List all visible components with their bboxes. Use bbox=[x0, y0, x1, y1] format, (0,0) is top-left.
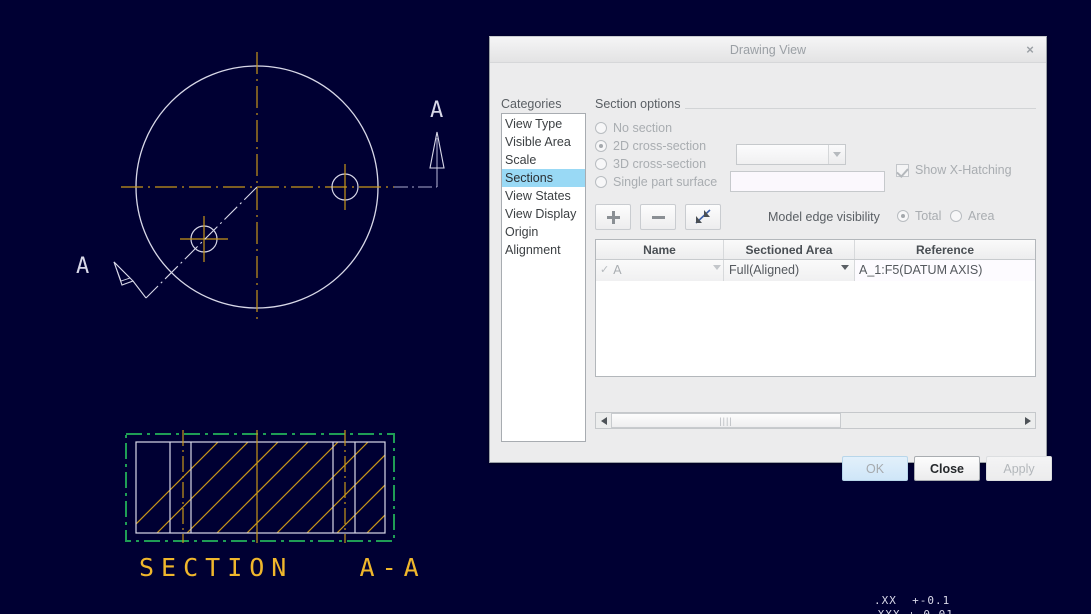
cell-name[interactable]: ✓ A bbox=[596, 260, 724, 281]
table-row[interactable]: ✓ A Full(Aligned) A_1:F5(DATUM AXIS) bbox=[596, 260, 1035, 281]
single-part-surface-input[interactable] bbox=[730, 171, 885, 192]
cell-sectioned-area-value: Full(Aligned) bbox=[729, 263, 800, 277]
minus-icon bbox=[651, 215, 665, 219]
chevron-down-icon[interactable] bbox=[841, 265, 849, 270]
tolerance-note-line2: .XXX +-0.01 bbox=[870, 608, 954, 614]
column-header-name[interactable]: Name bbox=[596, 240, 724, 259]
radio-single-part-surface[interactable]: Single part surface bbox=[595, 175, 717, 189]
cross-section-name-combo[interactable] bbox=[736, 144, 846, 165]
section-arrow-left-inner bbox=[113, 261, 131, 282]
ok-button[interactable]: OK bbox=[842, 456, 908, 481]
category-item-scale[interactable]: Scale bbox=[502, 151, 585, 169]
table-horizontal-scrollbar[interactable]: |||| bbox=[595, 412, 1036, 429]
chevron-down-icon[interactable] bbox=[828, 145, 845, 164]
sections-table[interactable]: Name Sectioned Area Reference ✓ A Full(A… bbox=[595, 239, 1036, 377]
radio-edge-visibility-total[interactable]: Total bbox=[897, 209, 941, 223]
section-boundary-box bbox=[125, 433, 395, 542]
section-view-drawing bbox=[125, 430, 395, 543]
checkmark-icon bbox=[896, 163, 909, 177]
radio-3d-cross-section-indicator bbox=[595, 158, 607, 170]
radio-edge-visibility-area[interactable]: Area bbox=[950, 209, 994, 223]
grip-icon: |||| bbox=[719, 415, 733, 426]
section-label-left: A bbox=[76, 254, 89, 279]
close-button[interactable]: Close bbox=[914, 456, 980, 481]
categories-list[interactable]: View Type Visible Area Scale Sections Vi… bbox=[501, 113, 586, 442]
scrollbar-track[interactable]: |||| bbox=[611, 413, 1020, 428]
radio-2d-cross-section[interactable]: 2D cross-section bbox=[595, 139, 706, 153]
scrollbar-thumb[interactable]: |||| bbox=[611, 413, 841, 428]
plus-icon bbox=[606, 210, 620, 224]
categories-label: Categories bbox=[501, 97, 562, 111]
scroll-right-icon[interactable] bbox=[1020, 413, 1035, 428]
section-cut-diagonal bbox=[145, 186, 258, 299]
top-view-drawing: A A bbox=[76, 52, 445, 322]
section-view-caption: SECTION A-A bbox=[139, 553, 426, 582]
category-item-origin[interactable]: Origin bbox=[502, 223, 585, 241]
show-xhatching-checkbox[interactable]: Show X-Hatching bbox=[896, 163, 1012, 177]
radio-no-section[interactable]: No section bbox=[595, 121, 672, 135]
radio-no-section-label: No section bbox=[613, 121, 673, 135]
sections-table-header: Name Sectioned Area Reference bbox=[596, 240, 1035, 260]
chevron-down-icon[interactable] bbox=[713, 265, 721, 270]
close-icon[interactable]: × bbox=[1020, 40, 1040, 59]
check-icon: ✓ bbox=[600, 264, 610, 276]
cell-sectioned-area[interactable]: Full(Aligned) bbox=[724, 260, 855, 281]
radio-edge-visibility-total-label: Total bbox=[915, 209, 942, 223]
radio-2d-cross-section-indicator bbox=[595, 140, 607, 152]
flip-section-arrows-button[interactable] bbox=[685, 204, 721, 230]
single-part-surface-value bbox=[731, 172, 884, 176]
add-section-button[interactable] bbox=[595, 204, 631, 230]
model-edge-visibility-label: Model edge visibility bbox=[768, 210, 880, 224]
section-label-right: A bbox=[430, 98, 443, 123]
category-item-view-display[interactable]: View Display bbox=[502, 205, 585, 223]
category-item-visible-area[interactable]: Visible Area bbox=[502, 133, 585, 151]
radio-2d-cross-section-label: 2D cross-section bbox=[613, 139, 707, 153]
column-header-reference[interactable]: Reference bbox=[855, 240, 1035, 259]
radio-edge-visibility-area-label: Area bbox=[968, 209, 995, 223]
apply-button[interactable]: Apply bbox=[986, 456, 1052, 481]
radio-single-part-surface-indicator bbox=[595, 176, 607, 188]
drawing-view-dialog[interactable]: Drawing View × Categories View Type Visi… bbox=[489, 36, 1052, 481]
show-xhatching-label: Show X-Hatching bbox=[915, 163, 1012, 177]
flip-arrows-icon bbox=[695, 209, 711, 224]
cross-section-name-value bbox=[737, 145, 828, 164]
category-item-sections[interactable]: Sections bbox=[502, 169, 585, 187]
dialog-titlebar[interactable]: Drawing View × bbox=[490, 37, 1046, 63]
tolerance-note-line1: .XX +-0.1 bbox=[874, 594, 951, 607]
radio-3d-cross-section[interactable]: 3D cross-section bbox=[595, 157, 706, 171]
dialog-body: Categories View Type Visible Area Scale … bbox=[490, 63, 1052, 481]
section-options-title: Section options bbox=[595, 97, 686, 111]
category-item-view-states[interactable]: View States bbox=[502, 187, 585, 205]
section-cut-leader-left bbox=[132, 280, 147, 299]
column-header-sectioned-area[interactable]: Sectioned Area bbox=[724, 240, 855, 259]
cell-name-value: A bbox=[613, 263, 622, 277]
radio-no-section-indicator bbox=[595, 122, 607, 134]
dialog-title: Drawing View bbox=[729, 42, 807, 57]
category-item-view-type[interactable]: View Type bbox=[502, 115, 585, 133]
scroll-left-icon[interactable] bbox=[596, 413, 611, 428]
radio-edge-visibility-area-indicator bbox=[950, 210, 962, 222]
radio-edge-visibility-total-indicator bbox=[897, 210, 909, 222]
category-item-alignment[interactable]: Alignment bbox=[502, 241, 585, 259]
remove-section-button[interactable] bbox=[640, 204, 676, 230]
cell-reference-value: A_1:F5(DATUM AXIS) bbox=[859, 263, 983, 277]
radio-single-part-surface-label: Single part surface bbox=[613, 175, 718, 189]
radio-3d-cross-section-label: 3D cross-section bbox=[613, 157, 707, 171]
cell-reference[interactable]: A_1:F5(DATUM AXIS) bbox=[855, 260, 1035, 281]
